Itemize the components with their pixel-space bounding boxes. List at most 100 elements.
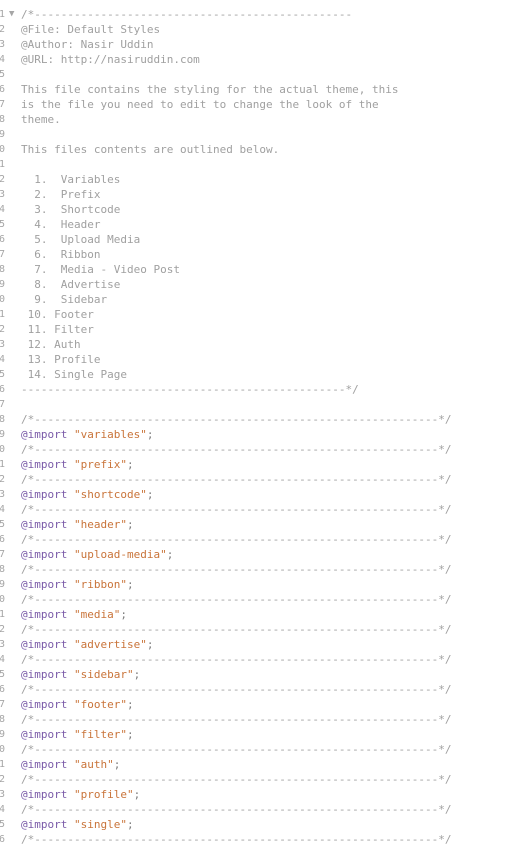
code-line[interactable]: 20 9. Sidebar <box>0 292 530 307</box>
code-line[interactable]: 44 /*------------------------------------… <box>0 652 530 667</box>
code-line[interactable]: 27 <box>0 397 530 412</box>
line-gutter: 55 <box>0 817 16 832</box>
code-line[interactable]: 7 is the file you need to edit to change … <box>0 97 530 112</box>
semicolon: ; <box>146 488 154 501</box>
code-line[interactable]: 54 /*------------------------------------… <box>0 802 530 817</box>
code-line[interactable]: 17 6. Ribbon <box>0 247 530 262</box>
line-gutter: 17 <box>0 247 16 262</box>
code-line[interactable]: 35 @import "header"; <box>0 517 530 532</box>
code-line[interactable]: 2 @File: Default Styles <box>0 22 530 37</box>
line-gutter: 19 <box>0 277 16 292</box>
code-line[interactable]: 47 @import "footer"; <box>0 697 530 712</box>
line-gutter: 39 <box>0 577 16 592</box>
import-statement: @import "ribbon"; <box>21 577 134 592</box>
code-line[interactable]: 28 /*------------------------------------… <box>0 412 530 427</box>
line-gutter: 56 <box>0 832 16 847</box>
import-keyword: @import <box>21 728 68 741</box>
code-line[interactable]: 56 /*------------------------------------… <box>0 832 530 847</box>
line-gutter: 8 <box>0 112 16 127</box>
code-line[interactable]: 37 @import "upload-media"; <box>0 547 530 562</box>
comment-text: 8. Advertise <box>21 277 120 292</box>
line-gutter: 52 <box>0 772 16 787</box>
code-line[interactable]: 31 @import "prefix"; <box>0 457 530 472</box>
import-keyword: @import <box>21 698 68 711</box>
code-lines: 1 ▼/*------------------------------------… <box>0 7 530 847</box>
line-gutter: 38 <box>0 562 16 577</box>
line-number: 17 <box>0 249 5 260</box>
code-line[interactable]: 50 /*------------------------------------… <box>0 742 530 757</box>
code-line[interactable]: 26 --------------------------------------… <box>0 382 530 397</box>
code-line[interactable]: 24 13. Profile <box>0 352 530 367</box>
code-line[interactable]: 18 7. Media - Video Post <box>0 262 530 277</box>
code-line[interactable]: 55 @import "single"; <box>0 817 530 832</box>
line-gutter: 18 <box>0 262 16 277</box>
semicolon: ; <box>166 548 174 561</box>
import-path-string: "header" <box>73 518 127 531</box>
line-gutter: 31 <box>0 457 16 472</box>
code-line[interactable]: 29 @import "variables"; <box>0 427 530 442</box>
code-line[interactable]: 39 @import "ribbon"; <box>0 577 530 592</box>
code-line[interactable]: 8 theme. <box>0 112 530 127</box>
code-line[interactable]: 9 <box>0 127 530 142</box>
code-line[interactable]: 25 14. Single Page <box>0 367 530 382</box>
semicolon: ; <box>126 728 134 741</box>
code-line[interactable]: 21 10. Footer <box>0 307 530 322</box>
code-line[interactable]: 22 11. Filter <box>0 322 530 337</box>
import-path-string: "upload-media" <box>73 548 167 561</box>
code-line[interactable]: 34 /*------------------------------------… <box>0 502 530 517</box>
comment-text: 12. Auth <box>21 337 81 352</box>
comment-content: /*--------------------------------------… <box>21 713 452 726</box>
comment-text: /*--------------------------------------… <box>21 412 451 427</box>
line-gutter: 24 <box>0 352 16 367</box>
comment-content: /*--------------------------------------… <box>21 473 452 486</box>
import-keyword: @import <box>21 758 68 771</box>
comment-content: 14. Single Page <box>21 368 127 381</box>
code-line[interactable]: 41 @import "media"; <box>0 607 530 622</box>
comment-text: ----------------------------------------… <box>21 382 359 397</box>
code-line[interactable]: 23 12. Auth <box>0 337 530 352</box>
comment-content: @Author: Nasir Uddin <box>21 38 154 51</box>
code-line[interactable]: 19 8. Advertise <box>0 277 530 292</box>
line-gutter: 34 <box>0 502 16 517</box>
code-line[interactable]: 46 /*------------------------------------… <box>0 682 530 697</box>
code-line[interactable]: 15 4. Header <box>0 217 530 232</box>
fold-arrow-icon[interactable]: ▼ <box>9 7 14 22</box>
code-line[interactable]: 42 /*------------------------------------… <box>0 622 530 637</box>
code-line[interactable]: 10 This files contents are outlined below… <box>0 142 530 157</box>
line-gutter: 14 <box>0 202 16 217</box>
code-line[interactable]: 36 /*------------------------------------… <box>0 532 530 547</box>
code-line[interactable]: 32 /*------------------------------------… <box>0 472 530 487</box>
code-line[interactable]: 40 /*------------------------------------… <box>0 592 530 607</box>
code-line[interactable]: 52 /*------------------------------------… <box>0 772 530 787</box>
code-line[interactable]: 51 @import "auth"; <box>0 757 530 772</box>
code-line[interactable]: 5 <box>0 67 530 82</box>
code-editor[interactable]: 1 ▼/*------------------------------------… <box>0 7 530 847</box>
code-line[interactable]: 33 @import "shortcode"; <box>0 487 530 502</box>
comment-text: /*--------------------------------------… <box>21 502 451 517</box>
code-line[interactable]: 11 <box>0 157 530 172</box>
line-number: 7 <box>0 99 5 110</box>
code-line[interactable]: 38 /*------------------------------------… <box>0 562 530 577</box>
comment-text: /*--------------------------------------… <box>21 772 451 787</box>
line-number: 16 <box>0 234 5 245</box>
code-line[interactable]: 45 @import "sidebar"; <box>0 667 530 682</box>
code-line[interactable]: 13 2. Prefix <box>0 187 530 202</box>
code-line[interactable]: 3 @Author: Nasir Uddin <box>0 37 530 52</box>
code-line[interactable]: 1 ▼/*------------------------------------… <box>0 7 530 22</box>
code-line[interactable]: 48 /*------------------------------------… <box>0 712 530 727</box>
line-number: 42 <box>0 624 5 635</box>
code-line[interactable]: 14 3. Shortcode <box>0 202 530 217</box>
line-number: 31 <box>0 459 5 470</box>
code-line[interactable]: 12 1. Variables <box>0 172 530 187</box>
code-line[interactable]: 16 5. Upload Media <box>0 232 530 247</box>
code-line[interactable]: 43 @import "advertise"; <box>0 637 530 652</box>
code-line[interactable]: 53 @import "profile"; <box>0 787 530 802</box>
line-number: 8 <box>0 114 5 125</box>
line-gutter: 37 <box>0 547 16 562</box>
code-line[interactable]: 49 @import "filter"; <box>0 727 530 742</box>
code-line[interactable]: 6 This file contains the styling for the … <box>0 82 530 97</box>
code-line[interactable]: 4 @URL: http://nasiruddin.com <box>0 52 530 67</box>
code-line[interactable]: 30 /*------------------------------------… <box>0 442 530 457</box>
comment-text: @Author: Nasir Uddin <box>21 37 153 52</box>
line-number: 54 <box>0 804 5 815</box>
